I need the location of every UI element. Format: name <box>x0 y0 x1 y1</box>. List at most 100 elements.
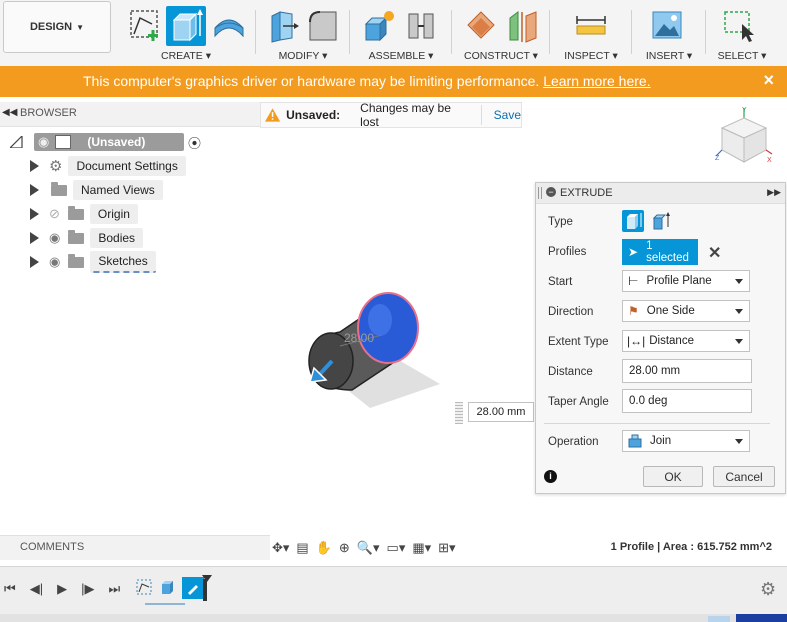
activate-radio-icon[interactable]: ⦿ <box>188 133 201 152</box>
drag-handle[interactable] <box>455 402 463 424</box>
timeline-sketch-icon[interactable] <box>136 579 152 595</box>
cursor-arrow-icon: ➤ <box>628 245 639 259</box>
expand-triangle-icon[interactable] <box>30 184 39 196</box>
expand-triangle-icon[interactable] <box>30 208 39 220</box>
start-dropdown[interactable]: ⊢ Profile Plane <box>622 270 750 292</box>
timeline-active-feature[interactable] <box>182 577 204 599</box>
direction-dropdown[interactable]: ⚑ One Side <box>622 300 750 322</box>
expand-triangle-icon[interactable] <box>30 256 39 268</box>
taskbar-item[interactable] <box>708 616 730 622</box>
extrude-tool-active[interactable] <box>166 6 206 46</box>
gear-icon: ⚙ <box>49 158 63 175</box>
timeline-extrude-icon[interactable] <box>160 579 176 595</box>
go-to-start-icon[interactable]: ⏮ <box>4 581 16 597</box>
construct-menu[interactable]: CONSTRUCT ▾ <box>458 50 544 62</box>
extruded-cylinder[interactable]: 28.00 <box>300 290 450 420</box>
extrude-thin-icon[interactable] <box>650 210 672 232</box>
expand-triangle-icon[interactable] <box>30 160 39 172</box>
taskbar-item[interactable] <box>736 614 787 622</box>
tree-item-label: Sketches <box>90 251 156 273</box>
inspect-menu[interactable]: INSPECT ▾ <box>556 50 626 62</box>
hidden-eye-icon[interactable]: ⊘ <box>49 206 60 222</box>
viewcube-icon[interactable]: Y Z X <box>714 104 774 170</box>
expand-triangle-icon[interactable] <box>10 136 24 148</box>
measure-icon[interactable] <box>574 8 608 44</box>
eye-icon[interactable]: ◉ <box>38 134 49 150</box>
assemble-group: ASSEMBLE ▾ <box>356 0 446 66</box>
assemble-menu[interactable]: ASSEMBLE ▾ <box>356 50 446 62</box>
info-icon[interactable]: i <box>544 470 557 483</box>
distance-manipulator-input[interactable]: 28.00 mm <box>468 402 534 422</box>
create-group: CREATE ▾ <box>122 0 250 66</box>
type-solid-button[interactable] <box>622 210 644 232</box>
root-component[interactable]: ◉ (Unsaved) <box>34 133 184 151</box>
select-menu[interactable]: SELECT ▾ <box>710 50 774 62</box>
viewports-icon[interactable]: ⊞▾ <box>438 540 455 556</box>
svg-text:X: X <box>767 157 772 164</box>
tree-item[interactable]: Named Views <box>30 179 260 201</box>
fit-zoom-icon[interactable]: 🔍▾ <box>357 540 380 556</box>
extrude-header[interactable]: − EXTRUDE ▶▶ <box>536 183 785 204</box>
go-to-end-icon[interactable]: ⏭ <box>108 581 120 597</box>
comments-panel-header[interactable]: COMMENTS <box>0 535 270 560</box>
distance-input[interactable]: 28.00 mm <box>622 359 752 383</box>
offset-plane-icon[interactable] <box>464 8 498 44</box>
profiles-selection-button[interactable]: ➤ 1 selected <box>622 239 698 265</box>
ok-button[interactable]: OK <box>643 466 703 487</box>
operation-dropdown[interactable]: Join <box>622 430 750 452</box>
create-sketch-icon[interactable] <box>128 8 162 44</box>
zoom-icon[interactable]: ⊕ <box>339 540 350 556</box>
revolve-icon[interactable] <box>212 8 246 44</box>
tree-item[interactable]: ⊘ Origin <box>30 203 260 225</box>
cancel-button[interactable]: Cancel <box>713 466 775 487</box>
graphics-warning-bar: This computer's graphics driver or hardw… <box>0 66 787 97</box>
joint-icon[interactable] <box>404 8 438 44</box>
unsaved-label: Unsaved: <box>286 108 341 122</box>
expand-panel-icon[interactable]: ▶▶ <box>767 187 781 198</box>
gear-icon[interactable]: ⚙ <box>760 579 776 600</box>
collapse-minus-icon[interactable]: − <box>546 187 556 197</box>
window-select-icon[interactable] <box>722 8 756 44</box>
insert-image-icon[interactable] <box>650 8 684 44</box>
orbit-icon[interactable]: ✥▾ <box>272 540 289 556</box>
learn-more-link[interactable]: Learn more here. <box>543 73 650 89</box>
grid-settings-icon[interactable]: ▦▾ <box>412 540 431 556</box>
insert-menu[interactable]: INSERT ▾ <box>638 50 700 62</box>
tree-root-row[interactable]: ◉ (Unsaved) ⦿ <box>10 131 260 153</box>
browser-title: BROWSER <box>20 107 77 119</box>
folder-icon <box>68 253 85 268</box>
eye-icon[interactable]: ◉ <box>49 230 60 246</box>
midplane-icon[interactable] <box>506 8 540 44</box>
eye-icon[interactable]: ◉ <box>49 254 60 270</box>
folder-icon <box>67 205 84 220</box>
fillet-icon[interactable] <box>306 8 340 44</box>
expand-triangle-icon[interactable] <box>30 232 39 244</box>
taper-angle-input[interactable]: 0.0 deg <box>622 389 752 413</box>
pan-hand-icon[interactable]: ✋ <box>316 540 332 556</box>
collapse-browser-icon[interactable]: ◀◀ <box>2 107 17 118</box>
extrude-title: EXTRUDE <box>560 187 613 199</box>
display-settings-icon[interactable]: ▭▾ <box>387 540 406 556</box>
clear-selection-icon[interactable]: ✕ <box>708 243 721 263</box>
press-pull-icon[interactable] <box>266 8 300 44</box>
tree-item-label: Bodies <box>90 228 144 248</box>
drag-grip-icon[interactable] <box>538 187 542 199</box>
look-at-icon[interactable]: ▤ <box>296 540 308 556</box>
tree-item[interactable]: ◉ Bodies <box>30 227 260 249</box>
create-menu[interactable]: CREATE ▾ <box>122 50 250 62</box>
workspace-design-button[interactable]: DESIGN ▼ <box>3 1 111 53</box>
timeline-marker-bar[interactable] <box>203 579 207 601</box>
step-back-icon[interactable]: ◀| <box>30 581 43 597</box>
new-component-icon[interactable] <box>362 8 396 44</box>
step-forward-icon[interactable]: |▶ <box>81 581 94 597</box>
close-icon[interactable]: × <box>763 70 774 91</box>
type-label: Type <box>548 216 573 228</box>
timeline-controls: ⏮ ◀| ▶ |▶ ⏭ <box>4 581 120 597</box>
tree-item[interactable]: ⚙ Document Settings <box>30 155 260 177</box>
tree-item[interactable]: ◉ Sketches <box>30 251 260 273</box>
save-link[interactable]: Save <box>494 108 521 122</box>
start-label: Start <box>548 276 573 288</box>
extent-type-dropdown[interactable]: |↔| Distance <box>622 330 750 352</box>
modify-menu[interactable]: MODIFY ▾ <box>262 50 344 62</box>
play-icon[interactable]: ▶ <box>57 581 67 597</box>
